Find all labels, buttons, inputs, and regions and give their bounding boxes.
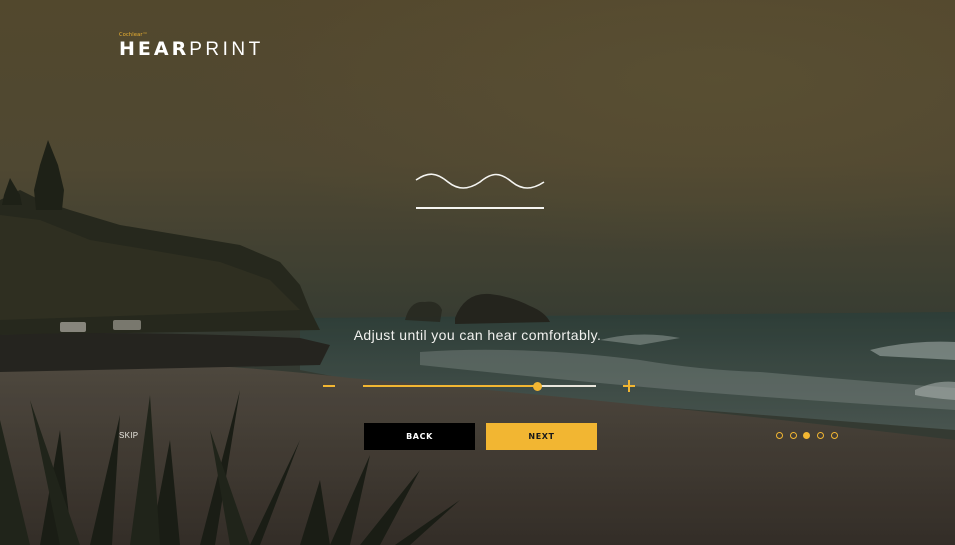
instruction-text: Adjust until you can hear comfortably.	[353, 327, 602, 343]
progress-dot-1	[776, 432, 783, 439]
progress-dot-3	[803, 432, 811, 439]
progress-dots	[776, 432, 838, 440]
plus-icon[interactable]	[620, 376, 638, 396]
progress-dot-4	[817, 432, 825, 439]
slider-fill	[363, 384, 538, 387]
slider-thumb[interactable]	[533, 381, 543, 391]
app-name: HEARPRINT	[119, 39, 264, 60]
logo-bold-text: HEAR	[119, 38, 190, 60]
progress-dot-5	[830, 432, 838, 439]
skip-link[interactable]: SKIP	[119, 431, 138, 440]
volume-slider[interactable]	[363, 380, 596, 392]
back-button[interactable]: BACK	[364, 423, 475, 450]
next-button[interactable]: NEXT	[486, 423, 597, 450]
wave-icon	[415, 173, 545, 209]
minus-icon[interactable]	[320, 376, 338, 396]
background-beach-photo	[0, 0, 955, 545]
logo-light-text: PRINT	[189, 39, 264, 60]
progress-dot-2	[789, 432, 797, 439]
